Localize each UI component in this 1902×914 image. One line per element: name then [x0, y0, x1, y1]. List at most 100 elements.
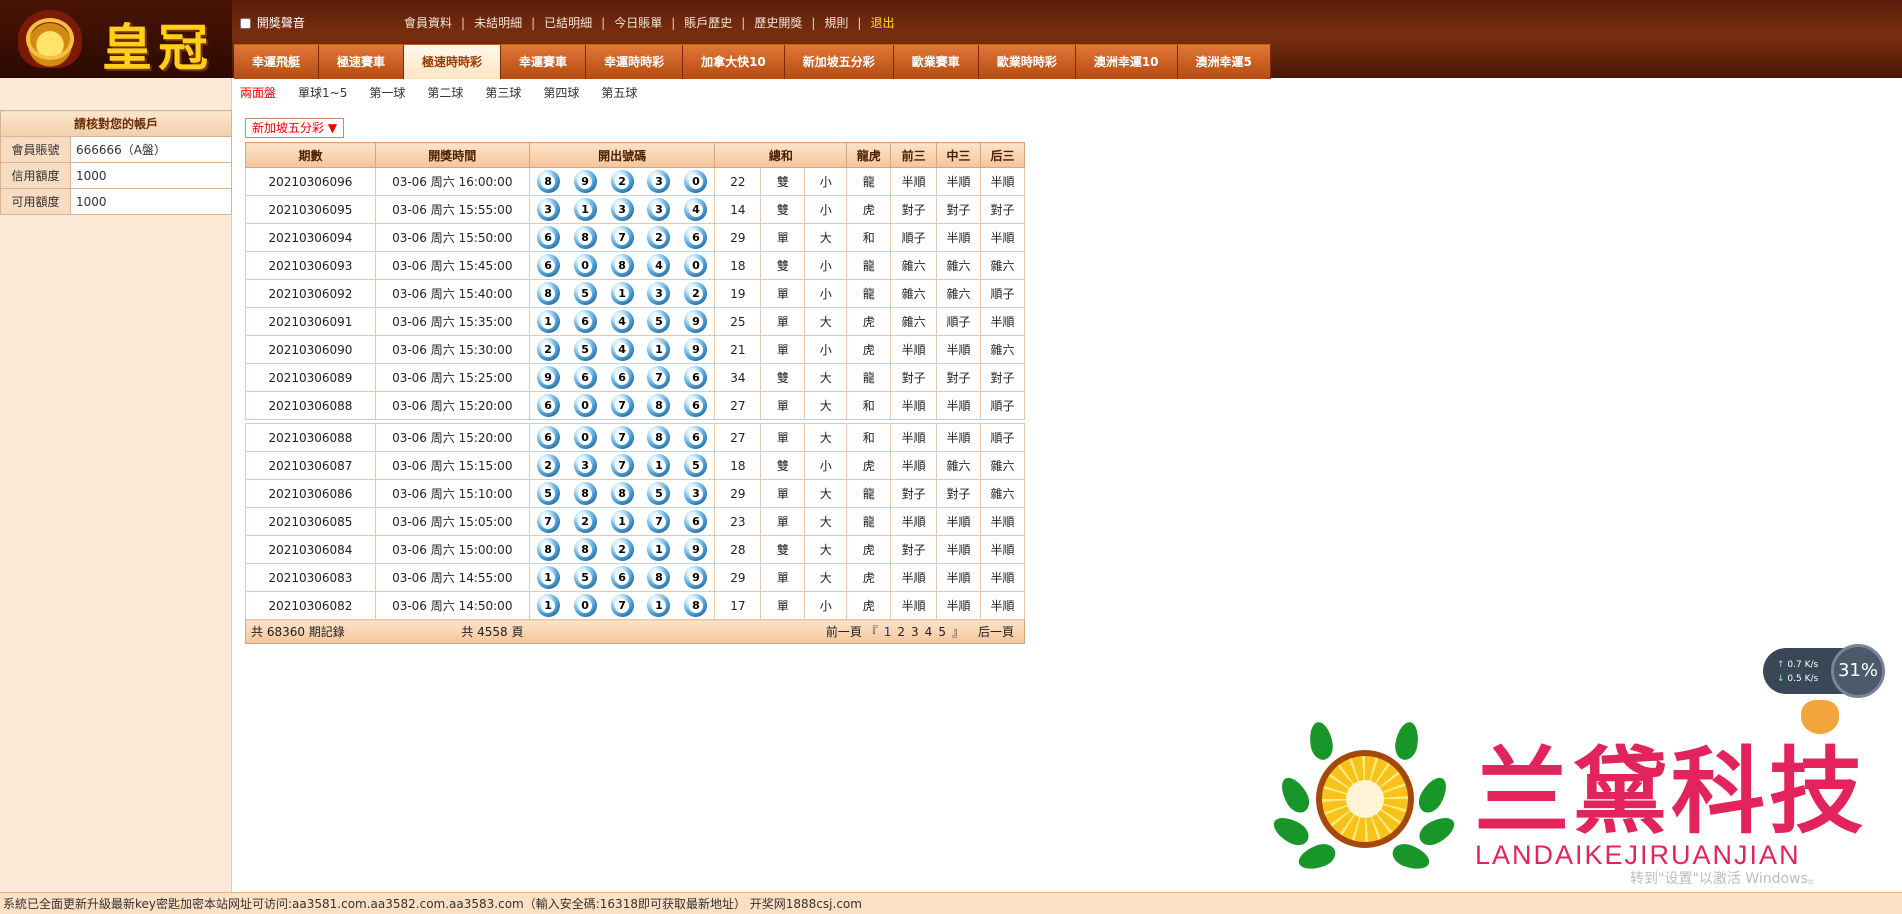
sub-tab[interactable]: 第三球 — [485, 86, 521, 100]
dragon-tiger-cell: 龍 — [846, 363, 892, 392]
nav-link[interactable]: 賬戶歷史 — [684, 16, 732, 30]
game-tab[interactable]: 幸運賽車 — [501, 45, 587, 79]
sum-cell: 25 — [714, 307, 762, 336]
middle-three-cell: 半順 — [936, 535, 982, 564]
nav-link[interactable]: 會員資料 — [404, 16, 452, 30]
odd-even-cell: 雙 — [760, 363, 806, 392]
number-ball: 1 — [647, 338, 671, 361]
number-ball: 6 — [536, 426, 560, 449]
page-number[interactable]: 4 — [925, 625, 933, 639]
front-three-cell: 對子 — [890, 363, 938, 392]
time-cell: 03-06 周六 15:15:00 — [374, 451, 530, 480]
game-tab[interactable]: 極速時時彩 — [404, 45, 502, 79]
nav-link[interactable]: 已結明細 — [544, 16, 592, 30]
nav-link[interactable]: 規則 — [824, 16, 848, 30]
sound-label[interactable]: 開獎聲音 — [257, 16, 305, 30]
nav-link[interactable]: 未結明細 — [474, 16, 522, 30]
network-speed-widget[interactable]: ↑ 0.7 K/s ↓ 0.5 K/s 31% — [1763, 644, 1885, 698]
balls-cell: 25419 — [528, 335, 716, 364]
sub-tab[interactable]: 第一球 — [369, 86, 405, 100]
odd-even-cell: 單 — [760, 507, 806, 536]
number-ball: 8 — [647, 426, 671, 449]
sub-tab[interactable]: 第五球 — [601, 86, 637, 100]
dragon-tiger-cell: 龍 — [846, 507, 892, 536]
nav-link[interactable]: 今日賬單 — [614, 16, 662, 30]
nav-link[interactable]: 歷史開獎 — [754, 16, 802, 30]
table-row: 20210306096 03-06 周六 16:00:00 8 9 2 3 0 22 雙小龍半順… — [245, 167, 1025, 196]
front-three-cell: 半順 — [890, 423, 938, 452]
sub-tab[interactable]: 單球1~5 — [298, 86, 347, 100]
sub-tab[interactable]: 兩面盤 — [240, 86, 276, 100]
odd-even-cell: 單 — [760, 307, 806, 336]
game-tab[interactable]: 極速賽車 — [319, 45, 405, 79]
number-ball: 3 — [647, 170, 671, 193]
table-row: 20210306090 03-06 周六 15:30:00 2 5 4 1 9 21 單小虎半順… — [245, 335, 1025, 364]
game-tab[interactable]: 加拿大快10 — [683, 45, 785, 79]
dragon-tiger-cell: 龍 — [846, 167, 892, 196]
number-ball: 4 — [684, 198, 708, 221]
back-three-cell: 半順 — [980, 563, 1025, 592]
sound-checkbox[interactable] — [240, 18, 251, 29]
back-three-cell: 半順 — [980, 307, 1025, 336]
sub-tab[interactable]: 第四球 — [543, 86, 579, 100]
number-ball: 6 — [610, 566, 634, 589]
number-ball: 9 — [684, 310, 708, 333]
front-three-cell: 雜六 — [890, 251, 938, 280]
number-ball: 1 — [536, 310, 560, 333]
next-page-link[interactable]: 后一頁 — [978, 625, 1014, 639]
middle-three-cell: 半順 — [936, 563, 982, 592]
status-bar: 系統已全面更新升級最新key密匙加密本站网址可访问:aa3581.com.aa3… — [0, 892, 1902, 914]
arrow-down-icon: ↓ — [1777, 674, 1785, 684]
game-tab[interactable]: 幸運時時彩 — [586, 45, 684, 79]
number-ball: 1 — [573, 198, 597, 221]
game-tab[interactable]: 澳洲幸運5 — [1177, 45, 1271, 79]
number-ball: 8 — [610, 254, 634, 277]
number-ball: 8 — [573, 482, 597, 505]
brand-logo[interactable]: 皇冠 — [0, 0, 232, 78]
balls-cell: 88219 — [528, 535, 716, 564]
sum-cell: 34 — [714, 363, 762, 392]
odd-even-cell: 雙 — [760, 195, 806, 224]
number-ball: 8 — [647, 566, 671, 589]
header-issue: 期數 — [245, 142, 376, 168]
time-cell: 03-06 周六 15:55:00 — [374, 195, 530, 224]
back-three-cell: 順子 — [980, 279, 1025, 308]
big-small-cell: 大 — [804, 223, 848, 252]
number-ball: 6 — [610, 366, 634, 389]
page-number[interactable]: 2 — [897, 625, 905, 639]
page-number[interactable]: 1 — [884, 625, 892, 639]
time-cell: 03-06 周六 15:05:00 — [374, 507, 530, 536]
number-ball: 5 — [647, 482, 671, 505]
time-cell: 03-06 周六 15:35:00 — [374, 307, 530, 336]
issue-cell: 20210306085 — [245, 507, 376, 536]
game-tab[interactable]: 澳洲幸運10 — [1075, 45, 1178, 79]
number-ball: 0 — [573, 394, 597, 417]
back-three-cell: 雜六 — [980, 451, 1025, 480]
logout-link[interactable]: 退出 — [870, 16, 894, 30]
issue-cell: 20210306088 — [245, 423, 376, 452]
prev-page-link[interactable]: 前一頁 『 — [826, 625, 878, 639]
game-tab[interactable]: 新加坡五分彩 — [784, 45, 894, 79]
middle-three-cell: 半順 — [936, 423, 982, 452]
account-label: 會員賬號 — [0, 136, 71, 163]
game-tab[interactable]: 歐業賽車 — [893, 45, 979, 79]
lottery-select[interactable]: 新加坡五分彩 ▼ — [245, 118, 345, 138]
page-number[interactable]: 5 — [938, 625, 946, 639]
game-tab[interactable]: 歐業時時彩 — [978, 45, 1076, 79]
sum-cell: 14 — [714, 195, 762, 224]
number-ball: 2 — [647, 226, 671, 249]
sub-tab[interactable]: 第二球 — [427, 86, 463, 100]
balls-cell: 15689 — [528, 563, 716, 592]
number-ball: 1 — [647, 594, 671, 617]
number-ball: 8 — [684, 594, 708, 617]
game-tab[interactable]: 幸運飛艇 — [234, 45, 320, 79]
number-ball: 6 — [536, 226, 560, 249]
big-small-cell: 大 — [804, 307, 848, 336]
dragon-tiger-cell: 虎 — [846, 535, 892, 564]
time-cell: 03-06 周六 15:20:00 — [374, 423, 530, 452]
number-ball: 0 — [573, 594, 597, 617]
sound-toggle[interactable]: 開獎聲音 — [240, 14, 305, 32]
page-number[interactable]: 3 — [911, 625, 919, 639]
front-three-cell: 雜六 — [890, 279, 938, 308]
issue-cell: 20210306090 — [245, 335, 376, 364]
